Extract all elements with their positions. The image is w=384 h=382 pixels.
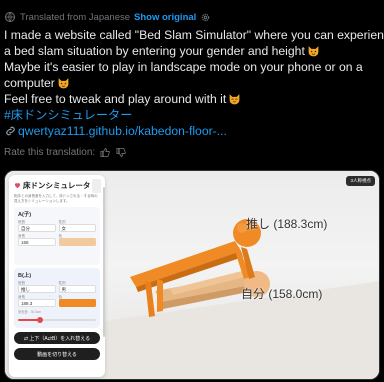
tweet-line-2: a bed slam situation by entering your ge… <box>4 44 305 58</box>
person-a-role-select[interactable]: 自分 <box>18 224 56 232</box>
tweet-line-4-wrap: computer <box>4 75 382 91</box>
app-description: 相手との身長差を入力して、床ドンされる・する時の見え方をシミュレーションします。 <box>14 194 98 203</box>
height-difference-hint: 身長差：30.3cm <box>18 310 42 314</box>
height-slider[interactable] <box>18 317 96 323</box>
app-title-row: 床ドンシミュレータ <box>14 179 100 191</box>
camera-mode-button[interactable]: 3人称視点 <box>346 176 375 186</box>
person-b-role-select[interactable]: 推し <box>18 285 56 293</box>
heart-icon <box>14 182 21 188</box>
person-a-card: A(子) 役割 自分 性別 女 身長 158 色 <box>14 207 100 265</box>
person-a-title: A(子) <box>18 212 32 218</box>
smiling-cat-icon <box>58 78 69 89</box>
swap-button[interactable]: ⇄ 上下（A⇄B）を入れ替える <box>14 332 100 344</box>
app-title: 床ドンシミュレータ <box>23 180 91 190</box>
hashtag-link[interactable]: #床ドンシミュレーター <box>4 107 382 123</box>
tweet-line-2-wrap: a bed slam situation by entering your ge… <box>4 43 382 59</box>
control-panel: 床ドンシミュレータ 相手との身長差を入力して、床ドンされる・する時の見え方をシミ… <box>9 175 105 377</box>
show-original-link[interactable]: Show original <box>134 12 196 23</box>
person-a-color-swatch[interactable] <box>58 238 96 246</box>
bottom-figure-label: 自分 (158.0cm) <box>241 287 323 301</box>
attached-media-image[interactable]: 推し (188.3cm) 自分 (158.0cm) 3人称視点 床ドンシミュレー… <box>4 170 380 380</box>
website-link[interactable]: qwertyaz111.github.io/kabedon-floor-... <box>18 124 227 138</box>
smiling-cat-icon <box>308 46 319 57</box>
rate-translation-row: Rate this translation: <box>4 147 127 158</box>
translation-header: Translated from Japanese Show original <box>4 11 211 23</box>
person-b-gender-select[interactable]: 男 <box>58 285 96 293</box>
person-b-height-input[interactable]: 188.3 <box>18 299 56 307</box>
height-slider-knob[interactable] <box>36 317 43 323</box>
save-button[interactable]: 動画を切り替える <box>14 348 100 360</box>
thumbs-up-icon[interactable] <box>100 147 111 158</box>
thumbs-down-icon[interactable] <box>116 147 127 158</box>
tweet-line-5: Feel free to tweak and play around with … <box>4 92 227 106</box>
smiling-cat-icon <box>229 94 240 105</box>
panel-scrollbar[interactable] <box>103 187 105 337</box>
person-b-title: B(上) <box>18 273 32 279</box>
globe-icon <box>5 12 15 22</box>
person-b-color-swatch[interactable] <box>58 299 96 307</box>
person-b-card: B(上) 役割 推し 性別 男 身長 188.3 色 身長差：30.3cm <box>14 268 100 328</box>
person-a-gender-select[interactable]: 女 <box>58 224 96 232</box>
tweet-line-4: computer <box>4 76 55 90</box>
panel-collapse-button[interactable] <box>92 179 101 193</box>
gear-icon[interactable] <box>200 12 211 23</box>
tweet-line-3: Maybe it's easier to play in landscape m… <box>4 60 363 74</box>
person-a-height-input[interactable]: 158 <box>18 238 56 246</box>
tweet-line-5-wrap: Feel free to tweak and play around with … <box>4 91 382 107</box>
link-icon <box>6 126 15 136</box>
top-figure-label: 推し (188.3cm) <box>246 217 328 231</box>
rate-translation-label: Rate this translation: <box>4 147 96 158</box>
tweet-text: I made a website called "Bed Slam Simula… <box>4 27 384 139</box>
tweet-link-wrap[interactable]: qwertyaz111.github.io/kabedon-floor-... <box>4 123 382 139</box>
translated-from-label: Translated from Japanese <box>20 11 131 23</box>
tweet-line-1: I made a website called "Bed Slam Simula… <box>4 28 384 42</box>
